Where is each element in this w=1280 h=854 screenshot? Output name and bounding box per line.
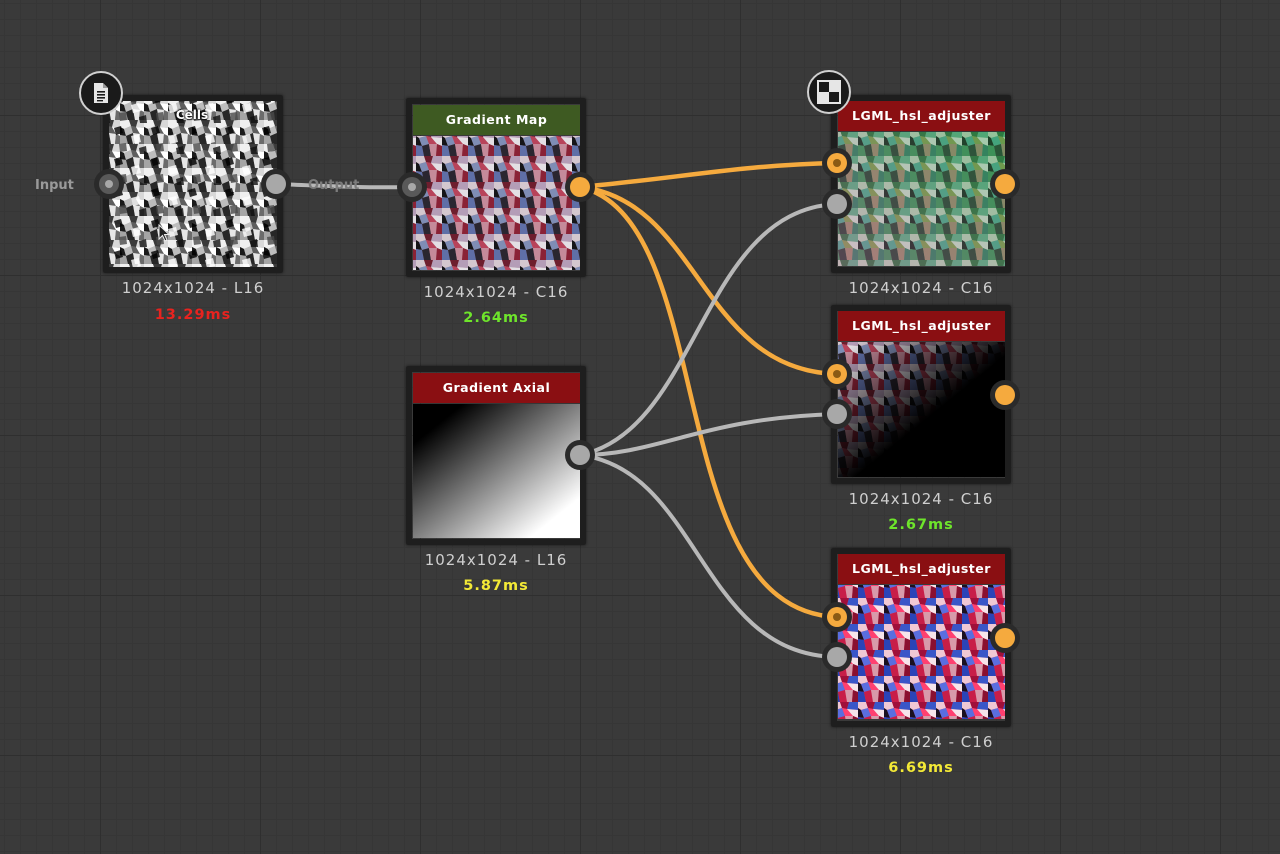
cells-timing-label: 13.29ms [154,307,232,323]
hsl3-timing-label: 6.69ms [888,760,954,776]
hsl2-timing-label: 2.67ms [888,517,954,533]
cells-output-label: Output [308,178,360,193]
wire-gradient-map-to-hsl1 [577,160,840,190]
cells-resolution-label: 1024x1024 - L16 [121,279,265,297]
hsl2-output-port[interactable] [990,380,1020,410]
hsl3-resolution-label: 1024x1024 - C16 [848,733,994,751]
hsl3-output-port[interactable] [990,623,1020,653]
hsl1-input-port-mask[interactable] [822,189,852,219]
wire-gradient-map-to-hsl3 [577,184,840,620]
hsl1-title: LGML_hsl_adjuster [838,101,1005,131]
wire-gradient-map-to-hsl2 [577,184,840,377]
hsl3-title: LGML_hsl_adjuster [838,554,1005,584]
hsl2-input-port-mask[interactable] [822,399,852,429]
gradient-map-resolution-label: 1024x1024 - C16 [423,283,569,301]
hsl2-title: LGML_hsl_adjuster [838,311,1005,341]
gradient-axial-timing-label: 5.87ms [463,578,529,594]
cells-node-title: Cells [175,108,209,122]
hsl1-input-port-color[interactable] [822,148,852,178]
gradient-map-input-port[interactable] [397,172,427,202]
hsl3-input-port-color[interactable] [822,602,852,632]
gradient-map-timing-label: 2.64ms [463,310,529,326]
cells-input-label: Input [35,178,74,193]
hsl2-input-port-color[interactable] [822,359,852,389]
mouse-cursor-icon [158,224,171,242]
gradient-axial-title: Gradient Axial [413,373,580,403]
hsl1-resolution-label: 1024x1024 - C16 [848,279,994,297]
hsl2-resolution-label: 1024x1024 - C16 [848,490,994,508]
gradient-axial-resolution-label: 1024x1024 - L16 [424,551,568,569]
hsl1-output-port[interactable] [990,169,1020,199]
cells-input-port[interactable] [94,169,124,199]
checker-icon [807,70,851,114]
document-icon [79,71,123,115]
gradient-axial-output-port[interactable] [565,440,595,470]
gradient-map-output-port[interactable] [565,172,595,202]
wire-gradient-axial-to-hsl3 [578,453,839,659]
gradient-map-title: Gradient Map [413,105,580,135]
wire-gradient-axial-to-hsl2 [578,412,839,457]
cells-output-port[interactable] [261,169,291,199]
hsl3-input-port-mask[interactable] [822,642,852,672]
